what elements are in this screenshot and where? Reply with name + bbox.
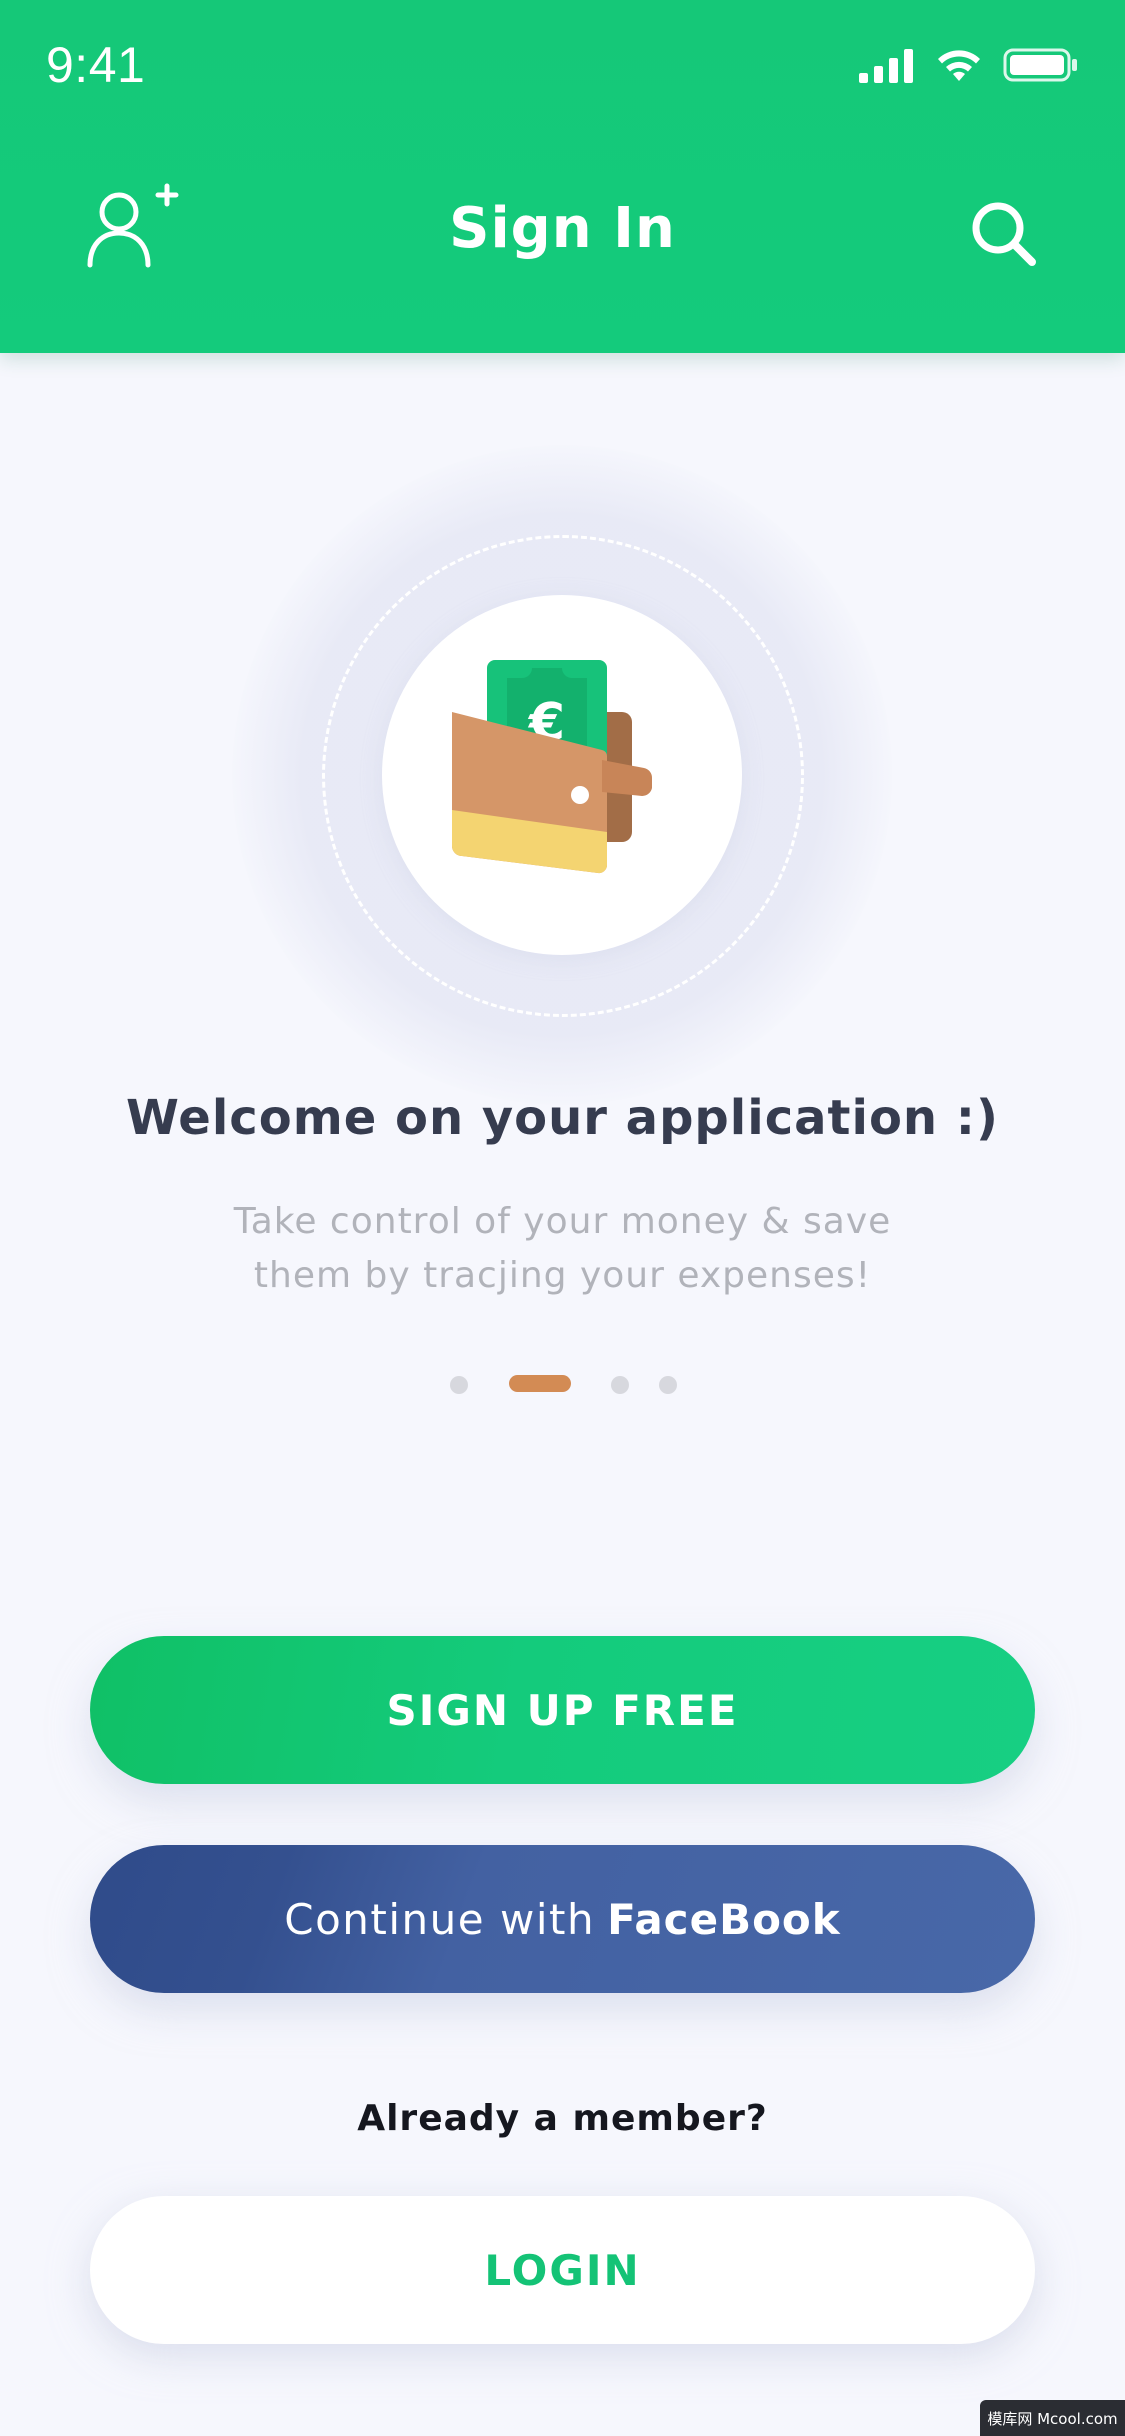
wifi-icon: [938, 50, 980, 81]
page-dot-3[interactable]: [611, 1376, 629, 1394]
welcome-title: Welcome on your application :): [126, 1090, 999, 1146]
facebook-brand-label: FaceBook: [607, 1894, 841, 1944]
watermark-badge: 模库网 Mcool.com: [980, 2400, 1125, 2436]
sign-up-free-label: SIGN UP FREE: [386, 1685, 739, 1735]
app-header: 9:41 Sign In: [0, 0, 1125, 353]
signal-icon: [859, 49, 913, 83]
facebook-prefix-label: Continue with: [284, 1894, 596, 1944]
battery-icon: [1003, 48, 1077, 82]
login-label: LOGIN: [484, 2245, 641, 2295]
search-icon: [972, 202, 1036, 266]
page-title: Sign In: [449, 196, 676, 261]
page-dot-1[interactable]: [450, 1376, 468, 1394]
page-indicator: [0, 1375, 1125, 1395]
page-dot-2-active[interactable]: [509, 1375, 571, 1392]
continue-with-facebook-button[interactable]: Continue with FaceBook: [90, 1845, 1035, 1993]
page-dot-4[interactable]: [659, 1376, 677, 1394]
sign-up-free-button[interactable]: SIGN UP FREE: [90, 1636, 1035, 1784]
status-time: 9:41: [46, 37, 146, 93]
status-icons: [859, 44, 1079, 86]
login-button[interactable]: LOGIN: [90, 2196, 1035, 2344]
wallet-euro-icon: €: [452, 660, 653, 874]
already-member-text: Already a member?: [357, 2098, 768, 2139]
welcome-subtitle: Take control of your money & save them b…: [233, 1201, 892, 1296]
search-button[interactable]: [970, 200, 1040, 270]
